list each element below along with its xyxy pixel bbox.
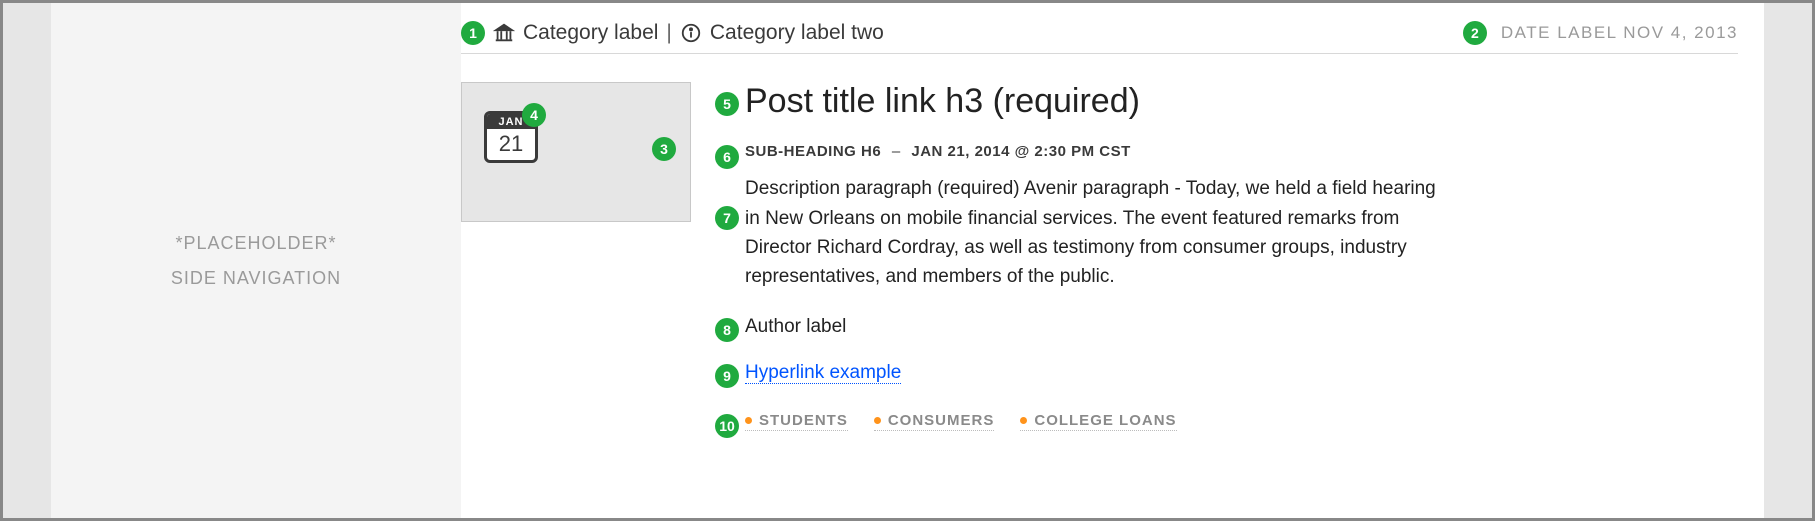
- sub-heading-line: SUB-HEADING H6 – JAN 21, 2014 @ 2:30 PM …: [745, 143, 1131, 160]
- date-label: DATE LABEL NOV 4, 2013: [1501, 23, 1738, 43]
- description-paragraph: Description paragraph (required) Avenir …: [745, 174, 1445, 292]
- annotation-marker-10: 10: [715, 414, 739, 438]
- calendar-day: 21: [487, 129, 535, 160]
- info-icon: [680, 22, 702, 44]
- post-column: 5 Post title link h3 (required) 6 SUB-HE…: [715, 82, 1445, 438]
- tag-list: STUDENTS CONSUMERS COLLEGE LOANS: [745, 412, 1177, 431]
- sidebar-placeholder-line2: SIDE NAVIGATION: [171, 261, 341, 295]
- category-two-label[interactable]: Category label two: [710, 21, 884, 45]
- thumbnail-placeholder: JAN 21 4 3: [461, 82, 691, 222]
- annotation-marker-1: 1: [461, 21, 485, 45]
- annotation-marker-7: 7: [715, 206, 739, 230]
- annotation-marker-2: 2: [1463, 21, 1487, 45]
- annotation-marker-9: 9: [715, 364, 739, 388]
- page-frame: *PLACEHOLDER* SIDE NAVIGATION 1 Category…: [0, 0, 1815, 521]
- gutter-left: [3, 3, 51, 518]
- tag-item[interactable]: COLLEGE LOANS: [1020, 412, 1176, 431]
- meta-left: 1 Category label |: [461, 21, 884, 45]
- subheading-dash: –: [886, 143, 907, 160]
- thumbnail-column: JAN 21 4 3: [461, 82, 691, 438]
- annotation-marker-4: 4: [522, 103, 546, 127]
- hyperlink-row: Hyperlink example: [745, 362, 901, 384]
- category-separator: |: [666, 21, 671, 45]
- content-row: JAN 21 4 3 5 Post title link h3 (require…: [461, 54, 1738, 438]
- institution-icon: [493, 22, 515, 44]
- author-label: Author label: [745, 316, 846, 338]
- category-one-label[interactable]: Category label: [523, 21, 658, 45]
- annotation-marker-5: 5: [715, 92, 739, 116]
- event-time: JAN 21, 2014 @ 2:30 PM CST: [911, 143, 1130, 160]
- post-title-link[interactable]: Post title link h3 (required): [745, 82, 1140, 121]
- tag-dot-icon: [745, 417, 752, 424]
- annotation-marker-3: 3: [652, 137, 676, 161]
- sidebar-placeholder-line1: *PLACEHOLDER*: [175, 226, 336, 260]
- annotation-marker-6: 6: [715, 145, 739, 169]
- annotation-marker-8: 8: [715, 318, 739, 342]
- gutter-right: [1764, 3, 1812, 518]
- tag-item[interactable]: CONSUMERS: [874, 412, 995, 431]
- meta-row: 1 Category label |: [461, 21, 1738, 54]
- hyperlink-example[interactable]: Hyperlink example: [745, 362, 901, 384]
- tag-label: CONSUMERS: [888, 412, 995, 429]
- tag-item[interactable]: STUDENTS: [745, 412, 848, 431]
- tag-dot-icon: [874, 417, 881, 424]
- tag-label: STUDENTS: [759, 412, 848, 429]
- tag-dot-icon: [1020, 417, 1027, 424]
- main-content: 1 Category label |: [461, 3, 1764, 518]
- tag-label: COLLEGE LOANS: [1034, 412, 1176, 429]
- sub-heading-text: SUB-HEADING H6: [745, 143, 881, 160]
- side-navigation: *PLACEHOLDER* SIDE NAVIGATION: [51, 3, 461, 518]
